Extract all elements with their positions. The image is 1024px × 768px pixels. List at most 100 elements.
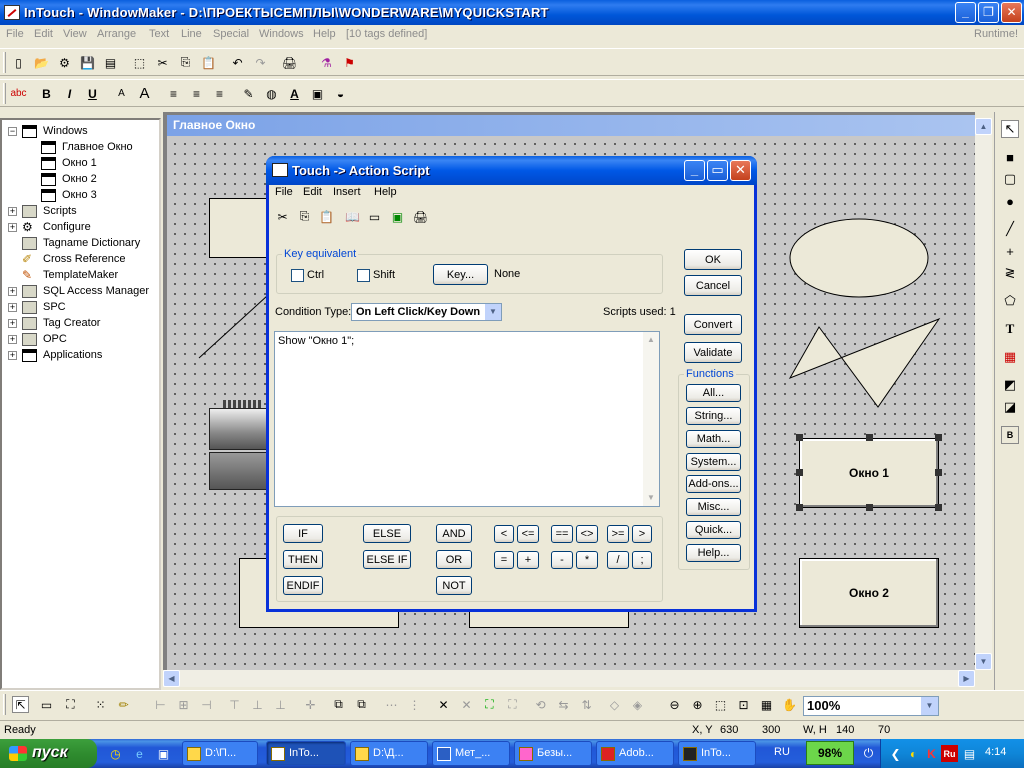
fill-color-icon[interactable]: ◍: [263, 85, 280, 102]
operator-gt-button[interactable]: >: [632, 525, 652, 543]
align-center-tool-icon[interactable]: ⊞: [175, 696, 192, 713]
expand-icon[interactable]: +: [8, 335, 17, 344]
script-editor[interactable]: Show "Окно 1"; ▲ ▼: [274, 331, 660, 507]
select-icon[interactable]: ⬚: [131, 54, 148, 71]
functions-addons-button[interactable]: Add-ons...: [686, 475, 741, 493]
runtime-menu[interactable]: Runtime!: [974, 28, 1018, 40]
bold-icon[interactable]: B: [38, 85, 55, 102]
selection-handle[interactable]: [935, 504, 942, 511]
start-button[interactable]: пуск: [0, 739, 97, 768]
dialog-minimize-button[interactable]: _: [684, 160, 705, 181]
functions-misc-button[interactable]: Misc...: [686, 498, 741, 516]
dialog-paste-icon[interactable]: 📋: [318, 208, 335, 225]
functions-all-button[interactable]: All...: [686, 384, 741, 402]
full-screen-icon[interactable]: ▭: [38, 696, 55, 713]
keyword-not-button[interactable]: NOT: [436, 576, 472, 595]
menu-help[interactable]: Help: [313, 28, 336, 40]
tree-item-templatemaker[interactable]: ✎ TemplateMaker: [8, 268, 158, 284]
paste-icon[interactable]: 📋: [200, 54, 217, 71]
new-file-icon[interactable]: ▯: [10, 54, 27, 71]
align-bottom-tool-icon[interactable]: ⊥: [272, 696, 289, 713]
tree-item-window-2[interactable]: Окно 2: [8, 172, 158, 188]
zoom-all-icon[interactable]: ▦: [758, 696, 775, 713]
tree-item-scripts[interactable]: + Scripts: [8, 204, 158, 220]
align-top-tool-icon[interactable]: ⊤: [226, 696, 243, 713]
window-2-button[interactable]: Окно 2: [799, 558, 939, 628]
tree-item-opc[interactable]: + OPC: [8, 332, 158, 348]
tree-item-cross-reference[interactable]: ✐ Cross Reference: [8, 252, 158, 268]
bitmap-tool-icon[interactable]: ▦: [1001, 348, 1019, 366]
break-cell-icon[interactable]: ✕: [458, 696, 475, 713]
rotate-icon[interactable]: ⟲: [532, 696, 549, 713]
selection-handle[interactable]: [796, 504, 803, 511]
underline-icon[interactable]: U: [84, 85, 101, 102]
operator-ne-button[interactable]: <>: [576, 525, 598, 543]
make-cell-icon[interactable]: ✕: [435, 696, 452, 713]
dialog-tag-browser-icon[interactable]: 📖: [344, 208, 361, 225]
rounded-rect-tool-icon[interactable]: ▢: [1001, 170, 1019, 188]
editor-scroll-down-icon[interactable]: ▼: [643, 490, 659, 506]
keyword-endif-button[interactable]: ENDIF: [283, 576, 323, 595]
dialog-cut-icon[interactable]: ✂: [274, 208, 291, 225]
selection-handle[interactable]: [866, 434, 873, 441]
vertical-scrollbar[interactable]: ▲ ▼: [975, 118, 992, 670]
tree-item-configure[interactable]: + ⚙ Configure: [8, 220, 158, 236]
selection-handle[interactable]: [935, 434, 942, 441]
functions-string-button[interactable]: String...: [686, 407, 741, 425]
align-left-icon[interactable]: ≡: [165, 85, 182, 102]
copy-icon[interactable]: ⎘: [177, 54, 194, 71]
tree-item-tagname-dictionary[interactable]: Tagname Dictionary: [8, 236, 158, 252]
dialog-menu-help[interactable]: Help: [374, 186, 397, 198]
menu-windows[interactable]: Windows: [259, 28, 304, 40]
italic-icon[interactable]: I: [61, 85, 78, 102]
expand-icon[interactable]: +: [8, 287, 17, 296]
button-tool-icon[interactable]: B: [1001, 426, 1019, 444]
menu-edit[interactable]: Edit: [34, 28, 53, 40]
scroll-up-button[interactable]: ▲: [975, 118, 992, 135]
tree-item-windows[interactable]: − Windows: [8, 124, 158, 140]
keyword-else-button[interactable]: ELSE: [363, 524, 411, 543]
scroll-right-button[interactable]: ▶: [958, 670, 975, 687]
align-right-icon[interactable]: ≡: [211, 85, 228, 102]
realtime-trend-icon[interactable]: ◩: [1001, 376, 1019, 394]
task-explorer-2[interactable]: D:\Д...: [350, 741, 428, 766]
spellcheck-icon[interactable]: abc: [10, 85, 27, 102]
zoom-selection-icon[interactable]: ⬚: [712, 696, 729, 713]
tray-arrow-icon[interactable]: ❮: [887, 745, 904, 762]
window-1-button[interactable]: Окно 1: [799, 438, 939, 508]
collapse-icon[interactable]: −: [8, 127, 17, 136]
close-button[interactable]: ✕: [1001, 2, 1022, 23]
ctrl-checkbox[interactable]: [291, 269, 304, 282]
menu-view[interactable]: View: [63, 28, 87, 40]
polyline-tool-icon[interactable]: ≷: [1001, 264, 1019, 282]
task-paint[interactable]: Безы...: [514, 741, 592, 766]
tree-item-window-1[interactable]: Окно 1: [8, 156, 158, 172]
operator-ge-button[interactable]: >=: [607, 525, 629, 543]
zoom-in-icon[interactable]: ⊕: [689, 696, 706, 713]
shift-checkbox[interactable]: [357, 269, 370, 282]
functions-quick-button[interactable]: Quick...: [686, 521, 741, 539]
print-icon[interactable]: 🖨: [281, 54, 298, 71]
redo-icon[interactable]: ↷: [252, 54, 269, 71]
open-folder-icon[interactable]: 📂: [33, 54, 50, 71]
dialog-wizard-icon[interactable]: ▣: [389, 208, 406, 225]
align-middle-tool-icon[interactable]: ⊥: [249, 696, 266, 713]
menu-special[interactable]: Special: [213, 28, 249, 40]
clock[interactable]: 4:14: [985, 746, 1006, 758]
editor-scroll-up-icon[interactable]: ▲: [643, 332, 659, 348]
tray-punto-icon[interactable]: Ru: [941, 745, 958, 762]
scroll-left-button[interactable]: ◀: [163, 670, 180, 687]
tray-kaspersky-icon[interactable]: K: [923, 745, 940, 762]
open-app-icon[interactable]: ⚙: [56, 54, 73, 71]
child-window-titlebar[interactable]: Главное Окно: [167, 115, 975, 136]
wizard-icon[interactable]: ⚗: [318, 54, 335, 71]
dialog-window-icon[interactable]: ▭: [366, 208, 383, 225]
functions-system-button[interactable]: System...: [686, 453, 741, 471]
operator-multiply-button[interactable]: *: [576, 551, 598, 569]
operator-divide-button[interactable]: /: [607, 551, 629, 569]
selection-handle[interactable]: [866, 504, 873, 511]
validate-button[interactable]: Validate: [684, 342, 742, 363]
zoom-select[interactable]: 100% ▼: [803, 696, 939, 716]
rectangle-tool-icon[interactable]: ■: [1001, 148, 1019, 166]
functions-help-button[interactable]: Help...: [686, 544, 741, 562]
